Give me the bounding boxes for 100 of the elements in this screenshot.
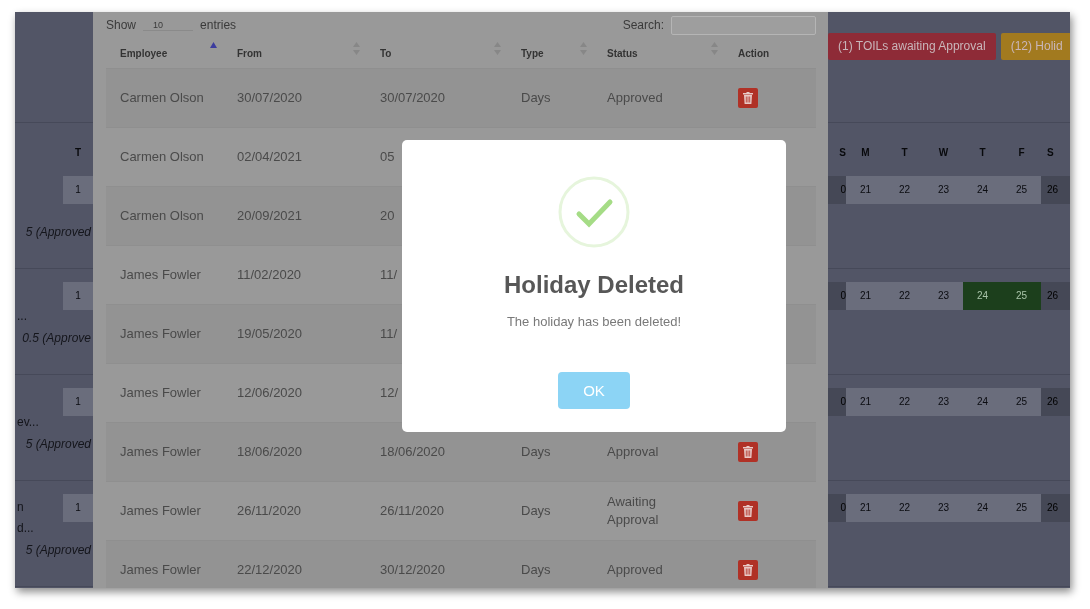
day-cell: 21 <box>846 494 885 522</box>
event-status-text: 5 (Approved <box>24 225 92 239</box>
to-date-cell: 11/ <box>380 326 398 341</box>
from-date-cell: 26/11/2020 <box>237 503 302 518</box>
event-label: d... <box>17 520 35 537</box>
to-date-cell: 30/07/2020 <box>380 90 446 105</box>
from-date-cell: 22/12/2020 <box>237 562 303 578</box>
status-cell: Awaiting Approval <box>607 494 659 527</box>
employee-cell: James Fowler <box>120 326 201 341</box>
day-cell: 0 <box>828 176 846 204</box>
type-cell: Days <box>521 90 551 105</box>
to-date-cell: 30/12/2020 <box>380 562 446 578</box>
from-date-cell: 12/06/2020 <box>237 385 303 400</box>
weekday-header: W <box>937 146 950 158</box>
weekday-header: T <box>900 146 909 158</box>
entries-label: entries <box>200 18 237 32</box>
search-label: Search: <box>622 18 664 32</box>
to-date-cell: 12/ <box>380 385 399 400</box>
day-cell: 0 <box>828 494 846 522</box>
from-date-cell: 18/06/2020 <box>237 444 303 459</box>
search-field[interactable] <box>671 15 816 35</box>
dialog-message: The holiday has been deleted! <box>506 314 682 330</box>
column-header[interactable]: Status <box>593 38 724 69</box>
day-cell: 25 <box>1002 388 1041 416</box>
show-label: Show <box>106 18 137 32</box>
day-cell: 25 <box>1002 494 1041 522</box>
column-header[interactable]: To <box>366 38 507 69</box>
day-cell: 24 <box>963 388 1002 416</box>
from-date-cell: 30/07/2020 <box>237 90 303 105</box>
employee-cell: James Fowler <box>120 385 201 400</box>
day-cell: 24 <box>963 176 1002 204</box>
from-date-cell: 02/04/2021 <box>237 149 303 164</box>
event-label: ev... <box>17 414 40 431</box>
employee-cell: James Fowler <box>120 503 201 518</box>
type-cell: Days <box>521 444 551 459</box>
weekday-header: F <box>1017 146 1026 158</box>
weekday-header: S <box>838 146 846 158</box>
column-header[interactable]: Type <box>507 38 593 69</box>
day-cell: 23 <box>924 494 963 522</box>
day-cell: 1 <box>63 176 93 204</box>
success-check-icon <box>558 176 630 248</box>
day-cell: 22 <box>885 494 924 522</box>
sort-ascending-icon <box>210 42 217 48</box>
day-cell: 21 <box>846 388 885 416</box>
to-date-cell: 26/11/2020 <box>380 503 445 518</box>
weekday-header: T <box>73 146 83 158</box>
weekday-header: M <box>860 146 871 158</box>
day-cell: 1 <box>63 494 93 522</box>
to-date-cell: 11/ <box>380 267 398 282</box>
weekday-header: T <box>978 146 987 158</box>
event-status-text: 0.5 (Approve <box>21 331 92 345</box>
day-cell: 1 <box>63 282 93 310</box>
column-header[interactable]: Employee <box>106 38 223 69</box>
delete-button[interactable] <box>738 560 758 581</box>
from-date-cell: 19/05/2020 <box>237 326 303 341</box>
day-cell: 21 <box>846 282 885 310</box>
column-header[interactable]: Action <box>724 38 816 69</box>
day-cell: 21 <box>846 176 885 204</box>
day-cell: 0 <box>828 388 846 416</box>
dialog-title: Holiday Deleted <box>503 270 684 300</box>
from-date-cell: 20/09/2021 <box>237 208 303 223</box>
employee-cell: Carmen Olson <box>120 149 204 164</box>
day-cell: 0 <box>828 282 846 310</box>
day-cell: 22 <box>885 282 924 310</box>
column-header[interactable]: From <box>223 38 366 69</box>
from-date-cell: 11/02/2020 <box>237 267 302 282</box>
type-cell: Days <box>521 503 551 518</box>
day-cell: 23 <box>924 388 963 416</box>
day-cell: 25 <box>1002 282 1041 310</box>
day-cell: 26 <box>1041 388 1070 416</box>
employee-cell: Carmen Olson <box>120 208 204 223</box>
day-cell: 26 <box>1041 282 1070 310</box>
event-status-text: 5 (Approved <box>24 437 92 451</box>
day-cell: 25 <box>1002 176 1041 204</box>
employee-cell: James Fowler <box>120 267 201 282</box>
delete-button[interactable] <box>738 442 758 462</box>
day-cell: 24 <box>963 282 1002 310</box>
trash-icon <box>743 446 753 458</box>
status-cell: Approved <box>607 562 663 578</box>
trash-icon <box>743 505 753 517</box>
employee-cell: James Fowler <box>120 444 201 459</box>
to-date-cell: 05 <box>380 149 395 164</box>
day-cell: 26 <box>1041 176 1070 204</box>
event-label: n <box>17 499 25 516</box>
day-cell: 23 <box>924 282 963 310</box>
type-cell: Days <box>521 562 551 578</box>
day-cell: 22 <box>885 388 924 416</box>
day-cell: 24 <box>963 494 1002 522</box>
day-cell: 22 <box>885 176 924 204</box>
weekday-header: S <box>1046 146 1055 158</box>
status-tag[interactable]: (1) TOILs awaiting Approval <box>828 33 996 60</box>
employee-cell: James Fowler <box>120 562 201 578</box>
entries-select[interactable]: 10 <box>143 19 194 31</box>
delete-button[interactable] <box>738 88 758 108</box>
day-cell: 23 <box>924 176 963 204</box>
delete-button[interactable] <box>738 501 758 521</box>
status-cell: Approved <box>607 90 663 105</box>
employee-cell: Carmen Olson <box>120 90 204 105</box>
day-cell: 26 <box>1041 494 1070 522</box>
to-date-cell: 20 <box>380 208 395 223</box>
